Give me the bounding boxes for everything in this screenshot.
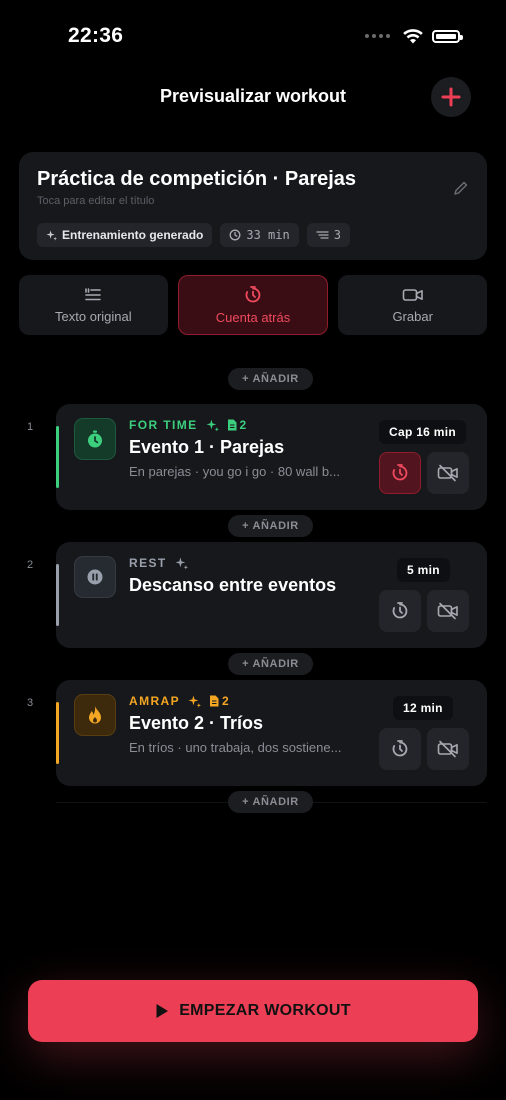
stopwatch-icon	[88, 430, 102, 448]
add-button[interactable]	[431, 77, 471, 117]
workout-title-card[interactable]: Práctica de competición · Parejas Toca p…	[19, 152, 487, 260]
add-event-button[interactable]: + AÑADIR	[228, 515, 313, 537]
generated-chip: Entrenamiento generado	[37, 223, 213, 247]
pencil-icon[interactable]	[453, 180, 469, 196]
attachments-badge: 2	[227, 418, 247, 432]
countdown-toggle-button[interactable]	[379, 452, 421, 494]
quote-list-icon	[85, 287, 102, 300]
event-icon-box	[74, 556, 116, 598]
countdown-timer-icon	[392, 740, 408, 757]
status-bar: 22:36	[0, 0, 506, 70]
event-time-cap: Cap 16 min	[379, 420, 467, 444]
event-index: 2	[27, 559, 34, 571]
start-workout-label: EMPEZAR WORKOUT	[179, 1002, 351, 1019]
video-off-icon	[437, 740, 458, 758]
sparkle-icon	[188, 695, 201, 707]
status-time: 22:36	[68, 24, 124, 47]
event-icon-box	[74, 418, 116, 460]
plus-icon	[441, 87, 461, 107]
event-name: Descanso entre eventos	[129, 575, 337, 595]
event-accent-bar	[56, 564, 59, 626]
event-accent-bar	[56, 426, 59, 488]
mode-original-text[interactable]: Texto original	[19, 275, 168, 335]
event-card-1[interactable]: FOR TIME 2 Evento 1 · Parejas En parejas…	[56, 404, 487, 510]
record-toggle-button[interactable]	[427, 590, 469, 632]
add-event-button[interactable]: + AÑADIR	[228, 791, 313, 813]
event-type-label: FOR TIME	[129, 418, 198, 432]
start-workout-button[interactable]: EMPEZAR WORKOUT	[28, 980, 478, 1042]
mode-countdown-label: Cuenta atrás	[215, 309, 291, 325]
event-name: Evento 2 · Tríos	[129, 713, 264, 733]
mode-record-label: Grabar	[392, 308, 433, 324]
event-card-3[interactable]: AMRAP 2 Evento 2 · Tríos En tríos · uno …	[56, 680, 487, 786]
event-count-label: 3	[333, 228, 341, 242]
mode-original-text-label: Texto original	[55, 308, 132, 324]
workout-chips: Entrenamiento generado 33 min 3	[37, 223, 350, 247]
wifi-icon	[403, 29, 423, 44]
event-type-label: AMRAP	[129, 694, 180, 708]
event-index: 3	[27, 697, 34, 709]
event-index: 1	[27, 421, 34, 433]
countdown-toggle-button[interactable]	[379, 590, 421, 632]
clock-icon	[229, 229, 241, 241]
event-type: FOR TIME 2	[129, 418, 247, 432]
event-icon-box	[74, 694, 116, 736]
record-toggle-button[interactable]	[427, 452, 469, 494]
list-icon	[316, 231, 329, 239]
status-icons	[365, 28, 463, 44]
pause-icon	[87, 569, 103, 585]
document-icon	[227, 419, 237, 431]
workout-title[interactable]: Práctica de competición · Parejas	[37, 168, 356, 191]
mode-selector: Texto original Cuenta atrás Grabar	[19, 275, 488, 335]
event-accent-bar	[56, 702, 59, 764]
attachments-count: 2	[239, 418, 247, 432]
video-off-icon	[437, 602, 458, 620]
countdown-timer-icon	[392, 464, 408, 481]
countdown-toggle-button[interactable]	[379, 728, 421, 770]
battery-icon	[432, 29, 463, 43]
cellular-signal-icon	[365, 34, 390, 38]
attachments-badge: 2	[209, 694, 229, 708]
event-card-2[interactable]: REST Descanso entre eventos 5 min	[56, 542, 487, 648]
event-description: En tríos · uno trabaja, dos sostiene...	[129, 740, 342, 755]
video-off-icon	[437, 464, 458, 482]
workout-title-hint: Toca para editar el título	[37, 195, 155, 207]
sparkle-icon	[46, 229, 57, 241]
event-type: REST	[129, 556, 188, 570]
video-camera-icon	[402, 288, 423, 301]
countdown-timer-icon	[245, 285, 261, 302]
document-icon	[210, 695, 219, 707]
mode-record[interactable]: Grabar	[338, 275, 488, 335]
event-time-cap: 5 min	[397, 558, 450, 582]
sparkle-icon	[175, 557, 188, 569]
event-type: AMRAP 2	[129, 694, 229, 708]
countdown-timer-icon	[392, 602, 408, 619]
add-event-button[interactable]: + AÑADIR	[228, 368, 313, 390]
duration-chip-label: 33 min	[246, 228, 290, 242]
mode-countdown[interactable]: Cuenta atrás	[177, 275, 329, 335]
duration-chip: 33 min	[220, 223, 299, 247]
record-toggle-button[interactable]	[427, 728, 469, 770]
flame-icon	[89, 706, 101, 724]
event-name: Evento 1 · Parejas	[129, 437, 285, 457]
event-description: En parejas · you go i go · 80 wall b...	[129, 464, 341, 479]
attachments-count: 2	[222, 694, 230, 708]
event-type-label: REST	[129, 556, 167, 570]
generated-chip-label: Entrenamiento generado	[62, 228, 204, 242]
play-icon	[156, 1004, 169, 1018]
sparkle-icon	[206, 419, 219, 431]
event-time-cap: 12 min	[393, 696, 453, 720]
add-event-button[interactable]: + AÑADIR	[228, 653, 313, 675]
event-count-chip: 3	[306, 223, 350, 247]
